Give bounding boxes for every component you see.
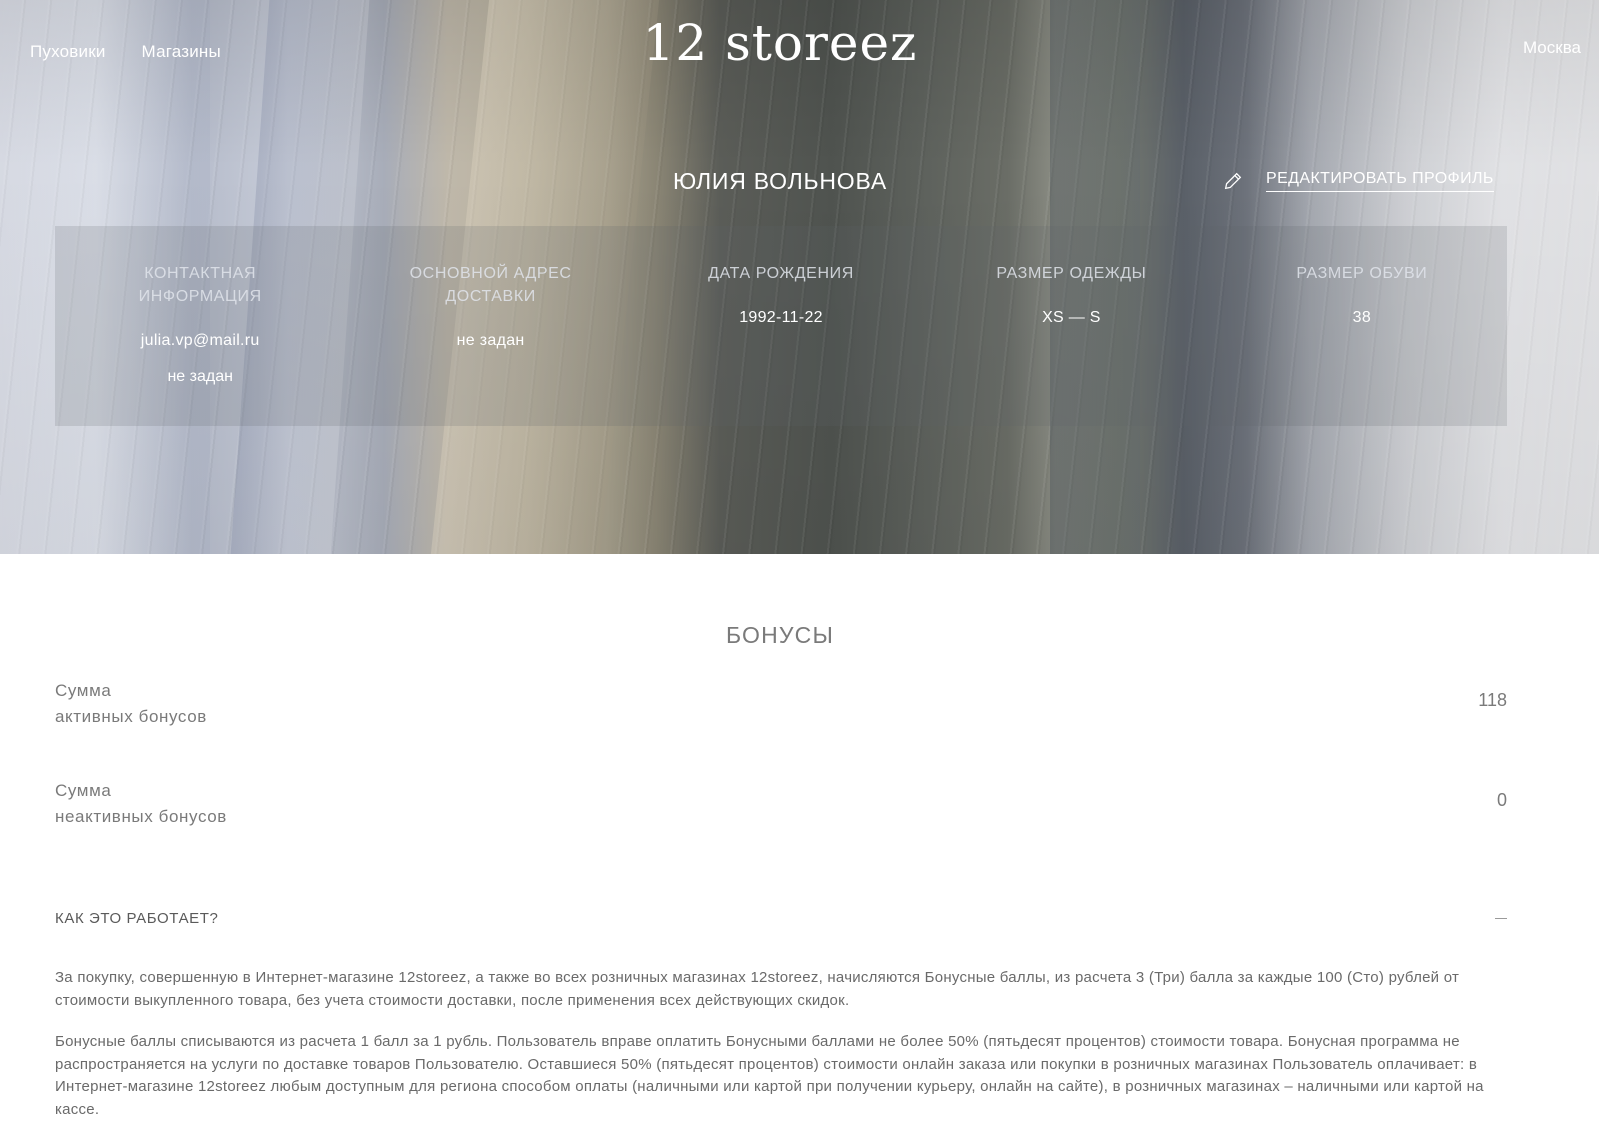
clothing-size-column: РАЗМЕР ОДЕЖДЫ XS — S xyxy=(926,226,1216,426)
birthdate-value: 1992-11-22 xyxy=(739,309,823,326)
how-it-works-accordion[interactable]: КАК ЭТО РАБОТАЕТ? xyxy=(55,910,1507,927)
active-bonuses-value: 118 xyxy=(1478,690,1507,710)
edit-profile-button[interactable]: РЕДАКТИРОВАТЬ ПРОФИЛЬ xyxy=(1222,170,1494,192)
inactive-bonuses-label: Сумма неактивных бонусов xyxy=(55,778,227,830)
column-heading: ДАТА РОЖДЕНИЯ xyxy=(708,265,854,282)
delivery-address-column: ОСНОВНОЙ АДРЕС ДОСТАВКИ не задан xyxy=(345,226,635,426)
inactive-bonuses-row: Сумма неактивных бонусов 0 xyxy=(55,778,1507,830)
label-line: неактивных бонусов xyxy=(55,807,227,826)
column-heading: РАЗМЕР ОДЕЖДЫ xyxy=(996,265,1147,282)
inactive-bonuses-value: 0 xyxy=(1496,790,1507,810)
bonus-rules-paragraph: Бонусные баллы списываются из расчета 1 … xyxy=(55,1033,1484,1118)
pencil-icon xyxy=(1224,172,1242,190)
address-value: не задан xyxy=(456,332,525,349)
profile-hero: Пуховики Магазины 12 storeez Москва ЮЛИЯ… xyxy=(0,0,1599,554)
city-selector[interactable]: Москва xyxy=(1523,38,1581,58)
shoe-size-value: 38 xyxy=(1352,309,1372,326)
how-it-works-title: КАК ЭТО РАБОТАЕТ? xyxy=(55,910,219,927)
active-bonuses-label: Сумма активных бонусов xyxy=(55,678,207,730)
clothing-size-value: XS — S xyxy=(1042,309,1101,326)
column-heading: КОНТАКТНАЯ ИНФОРМАЦИЯ xyxy=(138,265,262,305)
phone-value: не задан xyxy=(167,368,233,385)
contact-info-column: КОНТАКТНАЯ ИНФОРМАЦИЯ julia.vp@mail.ru н… xyxy=(55,226,345,426)
column-heading: РАЗМЕР ОБУВИ xyxy=(1296,265,1428,282)
collapse-icon[interactable] xyxy=(1495,918,1507,919)
birthdate-column: ДАТА РОЖДЕНИЯ 1992-11-22 xyxy=(636,226,926,426)
label-line: Сумма xyxy=(55,781,112,800)
shoe-size-column: РАЗМЕР ОБУВИ 38 xyxy=(1217,226,1507,426)
active-bonuses-row: Сумма активных бонусов 118 xyxy=(55,678,1507,730)
bonus-rules-paragraph: За покупку, совершенную в Интернет-магаз… xyxy=(55,969,1460,1009)
label-line: Сумма xyxy=(55,681,112,700)
column-heading: ОСНОВНОЙ АДРЕС ДОСТАВКИ xyxy=(409,265,572,305)
label-line: активных бонусов xyxy=(55,707,207,726)
edit-profile-label: РЕДАКТИРОВАТЬ ПРОФИЛЬ xyxy=(1266,170,1494,192)
bonuses-heading: БОНУСЫ xyxy=(725,622,835,648)
logo[interactable]: 12 storeez xyxy=(0,14,1560,72)
email-value: julia.vp@mail.ru xyxy=(140,332,260,349)
profile-info-panel: КОНТАКТНАЯ ИНФОРМАЦИЯ julia.vp@mail.ru н… xyxy=(55,226,1507,426)
